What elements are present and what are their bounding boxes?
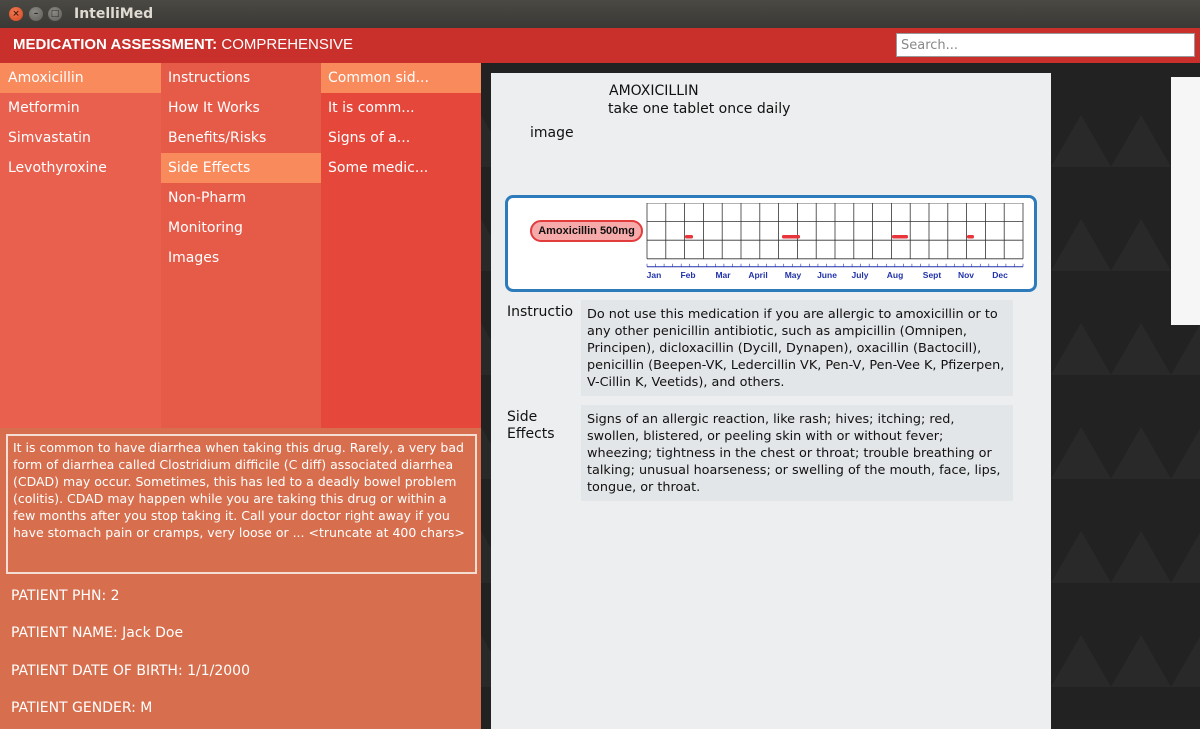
detail-item[interactable]: Some medic...	[321, 153, 481, 183]
window-maximize-button[interactable]: □	[48, 7, 62, 21]
medication-item[interactable]: Simvastatin	[0, 123, 161, 153]
drug-dose: take one tablet once daily	[608, 101, 791, 117]
month-label: July	[851, 270, 868, 280]
patient-phn: PATIENT PHN: 2	[11, 588, 120, 604]
side-effects-label: Side Effects	[507, 409, 555, 442]
description-textbox[interactable]: It is common to have diarrhea when takin…	[6, 434, 477, 574]
dose-marker	[685, 235, 693, 239]
drug-image-placeholder: image	[530, 125, 574, 141]
instructions-text: Do not use this medication if you are al…	[581, 300, 1013, 396]
detail-item[interactable]: Signs of a...	[321, 123, 481, 153]
page-title: MEDICATION ASSESSMENT: COMPREHENSIVE	[13, 36, 353, 53]
month-label: Nov	[958, 270, 974, 280]
category-item[interactable]: How It Works	[161, 93, 321, 123]
page-title-bold: MEDICATION ASSESSMENT:	[13, 36, 218, 53]
side-effects-text: Signs of an allergic reaction, like rash…	[581, 405, 1013, 501]
category-item[interactable]: Instructions	[161, 63, 321, 93]
window-title: IntelliMed	[74, 6, 154, 22]
calendar-grid-lines	[646, 203, 1024, 268]
dose-marker	[892, 235, 908, 239]
side-panel	[1171, 77, 1200, 325]
calendar-grid: Jan Feb Mar April May June July Aug Sept Nov Dec	[646, 203, 1024, 280]
category-item[interactable]: Side Effects	[161, 153, 321, 183]
category-item[interactable]: Monitoring	[161, 213, 321, 243]
calendar-month-labels: Jan Feb Mar April May June July Aug Sept Nov Dec	[647, 270, 1008, 280]
medication-item[interactable]: Metformin	[0, 93, 161, 123]
category-list: Instructions How It Works Benefits/Risks…	[161, 63, 321, 428]
month-label: Dec	[992, 270, 1008, 280]
dose-marker	[967, 235, 974, 239]
category-item[interactable]: Images	[161, 243, 321, 273]
detail-item[interactable]: Common sid...	[321, 63, 481, 93]
patient-name: PATIENT NAME: Jack Doe	[11, 625, 184, 641]
instructions-label: Instructio	[507, 304, 574, 320]
medication-document	[491, 73, 1051, 729]
category-item[interactable]: Benefits/Risks	[161, 123, 321, 153]
pill-label: Amoxicillin 500mg	[530, 220, 643, 242]
month-label: June	[817, 270, 837, 280]
search-input[interactable]	[896, 33, 1195, 57]
app-header: MEDICATION ASSESSMENT: COMPREHENSIVE	[0, 28, 1200, 63]
category-item[interactable]: Non-Pharm	[161, 183, 321, 213]
month-label: Jan	[647, 270, 662, 280]
drug-name: AMOXICILLIN	[609, 83, 699, 99]
month-label: May	[785, 270, 802, 280]
window-titlebar: × – □ IntelliMed	[0, 0, 1200, 28]
medication-list: Amoxicillin Metformin Simvastatin Levoth…	[0, 63, 161, 428]
calendar-markers	[685, 235, 974, 239]
month-label: Mar	[715, 270, 731, 280]
page-title-rest: COMPREHENSIVE	[217, 36, 354, 53]
month-label: Feb	[680, 270, 695, 280]
detail-list: Common sid... It is comm... Signs of a..…	[321, 63, 481, 428]
medication-item[interactable]: Levothyroxine	[0, 153, 161, 183]
medication-item[interactable]: Amoxicillin	[0, 63, 161, 93]
window-close-button[interactable]: ×	[9, 7, 23, 21]
detail-item[interactable]: It is comm...	[321, 93, 481, 123]
month-label: Aug	[887, 270, 904, 280]
month-label: Sept	[923, 270, 942, 280]
window-minimize-button[interactable]: –	[29, 7, 43, 21]
dose-marker	[782, 235, 800, 239]
patient-gender: PATIENT GENDER: M	[11, 700, 153, 716]
month-label: April	[748, 270, 767, 280]
patient-dob: PATIENT DATE OF BIRTH: 1/1/2000	[11, 663, 250, 679]
